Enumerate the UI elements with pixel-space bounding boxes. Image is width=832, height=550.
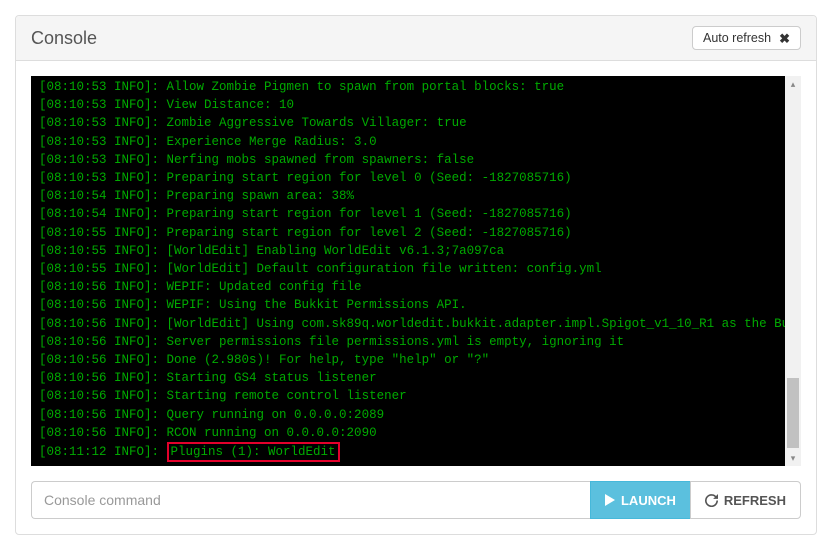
log-line: [08:10:56 INFO]: Starting GS4 status lis…: [39, 369, 779, 387]
play-icon: [605, 494, 615, 506]
log-timestamp: [08:10:53 INFO]:: [39, 135, 167, 149]
log-message: Starting GS4 status listener: [167, 371, 377, 385]
panel-header: Console Auto refresh ✖: [16, 16, 816, 61]
auto-refresh-label: Auto refresh: [703, 31, 771, 45]
scroll-track[interactable]: [785, 92, 801, 450]
log-message: Experience Merge Radius: 3.0: [167, 135, 377, 149]
log-message: Done (2.980s)! For help, type "help" or …: [167, 353, 490, 367]
refresh-button[interactable]: REFRESH: [690, 481, 801, 519]
command-input[interactable]: [31, 481, 591, 519]
log-line: [08:10:55 INFO]: [WorldEdit] Enabling Wo…: [39, 242, 779, 260]
log-timestamp: [08:10:56 INFO]:: [39, 353, 167, 367]
refresh-icon: [705, 494, 718, 507]
log-timestamp: [08:10:56 INFO]:: [39, 426, 167, 440]
log-message: Plugins (1): WorldEdit: [167, 442, 340, 462]
launch-button[interactable]: LAUNCH: [590, 481, 691, 519]
log-line: [08:10:56 INFO]: [WorldEdit] Using com.s…: [39, 315, 779, 333]
scrollbar[interactable]: ▴ ▾: [785, 76, 801, 466]
log-message: Nerfing mobs spawned from spawners: fals…: [167, 153, 475, 167]
log-timestamp: [08:10:53 INFO]:: [39, 98, 167, 112]
log-message: [WorldEdit] Enabling WorldEdit v6.1.3;7a…: [167, 244, 505, 258]
refresh-label: REFRESH: [724, 493, 786, 508]
log-message: Preparing start region for level 0 (Seed…: [167, 171, 572, 185]
log-message: WEPIF: Updated config file: [167, 280, 362, 294]
log-line: [08:10:53 INFO]: Experience Merge Radius…: [39, 133, 779, 151]
log-line: [08:10:54 INFO]: Preparing spawn area: 3…: [39, 187, 779, 205]
log-timestamp: [08:10:54 INFO]:: [39, 189, 167, 203]
log-message: Starting remote control listener: [167, 389, 407, 403]
console-panel: Console Auto refresh ✖ [08:10:53 INFO]: …: [15, 15, 817, 535]
log-line: [08:10:54 INFO]: Preparing start region …: [39, 205, 779, 223]
command-row: LAUNCH REFRESH: [31, 481, 801, 519]
log-message: Preparing start region for level 1 (Seed…: [167, 207, 572, 221]
log-timestamp: [08:10:53 INFO]:: [39, 116, 167, 130]
log-line: [08:10:56 INFO]: Done (2.980s)! For help…: [39, 351, 779, 369]
log-line: [08:10:53 INFO]: Preparing start region …: [39, 169, 779, 187]
auto-refresh-toggle[interactable]: Auto refresh ✖: [692, 26, 801, 50]
log-line: [08:10:56 INFO]: Server permissions file…: [39, 333, 779, 351]
launch-label: LAUNCH: [621, 493, 676, 508]
log-message: Server permissions file permissions.yml …: [167, 335, 625, 349]
scroll-down-icon[interactable]: ▾: [785, 450, 801, 466]
log-line: [08:10:56 INFO]: RCON running on 0.0.0.0…: [39, 424, 779, 442]
log-line: [08:10:56 INFO]: Starting remote control…: [39, 387, 779, 405]
log-timestamp: [08:10:56 INFO]:: [39, 298, 167, 312]
console-wrap: [08:10:53 INFO]: Allow Zombie Pigmen to …: [31, 76, 801, 466]
log-message: Zombie Aggressive Towards Villager: true: [167, 116, 467, 130]
log-line: [08:10:55 INFO]: [WorldEdit] Default con…: [39, 260, 779, 278]
log-timestamp: [08:10:56 INFO]:: [39, 280, 167, 294]
log-line: [08:10:53 INFO]: Allow Zombie Pigmen to …: [39, 78, 779, 96]
scroll-thumb[interactable]: [787, 378, 799, 448]
log-timestamp: [08:10:56 INFO]:: [39, 371, 167, 385]
panel-body: [08:10:53 INFO]: Allow Zombie Pigmen to …: [16, 61, 816, 534]
log-line: [08:10:56 INFO]: Query running on 0.0.0.…: [39, 406, 779, 424]
log-timestamp: [08:10:54 INFO]:: [39, 207, 167, 221]
log-message: RCON running on 0.0.0.0:2090: [167, 426, 377, 440]
log-message: Preparing spawn area: 38%: [167, 189, 355, 203]
log-timestamp: [08:10:56 INFO]:: [39, 408, 167, 422]
log-timestamp: [08:11:12 INFO]:: [39, 445, 167, 459]
log-timestamp: [08:10:55 INFO]:: [39, 226, 167, 240]
log-timestamp: [08:10:56 INFO]:: [39, 317, 167, 331]
log-message: Allow Zombie Pigmen to spawn from portal…: [167, 80, 565, 94]
log-timestamp: [08:10:55 INFO]:: [39, 244, 167, 258]
log-message: View Distance: 10: [167, 98, 295, 112]
console-output[interactable]: [08:10:53 INFO]: Allow Zombie Pigmen to …: [31, 76, 801, 466]
close-icon: ✖: [779, 32, 790, 45]
log-message: Query running on 0.0.0.0:2089: [167, 408, 385, 422]
log-line: [08:11:12 INFO]: Plugins (1): WorldEdit: [39, 442, 779, 462]
log-timestamp: [08:10:56 INFO]:: [39, 389, 167, 403]
log-line: [08:10:53 INFO]: View Distance: 10: [39, 96, 779, 114]
log-line: [08:10:53 INFO]: Nerfing mobs spawned fr…: [39, 151, 779, 169]
log-line: [08:10:53 INFO]: Zombie Aggressive Towar…: [39, 114, 779, 132]
log-timestamp: [08:10:55 INFO]:: [39, 262, 167, 276]
panel-title: Console: [31, 28, 97, 49]
log-line: [08:10:56 INFO]: WEPIF: Updated config f…: [39, 278, 779, 296]
log-timestamp: [08:10:53 INFO]:: [39, 80, 167, 94]
log-message: WEPIF: Using the Bukkit Permissions API.: [167, 298, 467, 312]
log-line: [08:10:55 INFO]: Preparing start region …: [39, 224, 779, 242]
log-message: Preparing start region for level 2 (Seed…: [167, 226, 572, 240]
log-timestamp: [08:10:53 INFO]:: [39, 153, 167, 167]
log-message: [WorldEdit] Default configuration file w…: [167, 262, 602, 276]
scroll-up-icon[interactable]: ▴: [785, 76, 801, 92]
log-timestamp: [08:10:53 INFO]:: [39, 171, 167, 185]
log-message: [WorldEdit] Using com.sk89q.worldedit.bu…: [167, 317, 801, 331]
log-timestamp: [08:10:56 INFO]:: [39, 335, 167, 349]
log-line: [08:10:56 INFO]: WEPIF: Using the Bukkit…: [39, 296, 779, 314]
